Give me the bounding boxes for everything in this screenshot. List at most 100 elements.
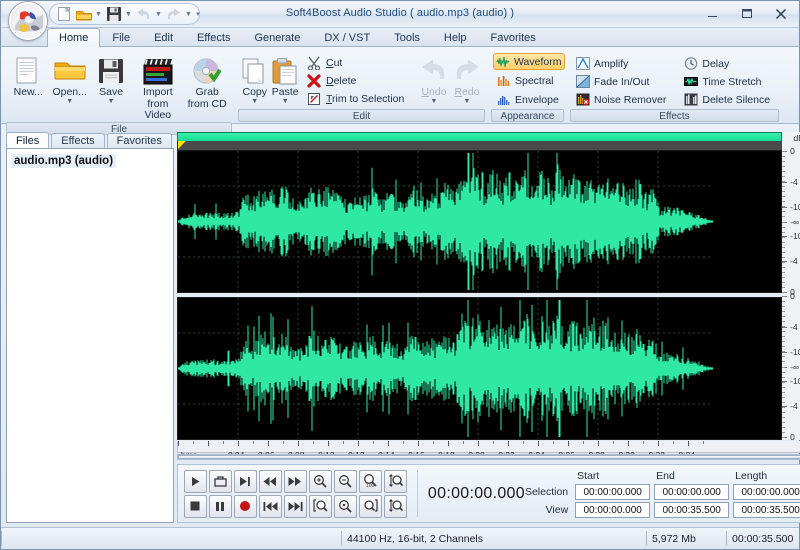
zoom-vertical-out-button[interactable] [384, 495, 407, 518]
left-tab-favorites[interactable]: Favorites [107, 133, 172, 149]
playhead-ruler[interactable] [177, 141, 782, 150]
time-tick [538, 441, 539, 446]
ribbon-group-appearance-label: Appearance [491, 109, 564, 122]
view-length-field[interactable]: 00:00:35.500 [733, 502, 800, 518]
waveform-button[interactable]: Waveform [493, 53, 565, 70]
zoom-vertical-in-button[interactable] [384, 470, 407, 493]
record-button[interactable] [234, 495, 257, 518]
open-caret-icon[interactable]: ▼ [66, 98, 73, 105]
paste-caret-icon[interactable]: ▼ [282, 98, 289, 105]
window-controls [700, 4, 793, 23]
db-tick-label: 0 [790, 291, 795, 301]
db-minor-tick [782, 191, 785, 192]
save-caret-icon[interactable]: ▼ [108, 98, 115, 105]
tab-edit[interactable]: Edit [142, 28, 185, 46]
delete-silence-button[interactable]: Delete Silence [680, 91, 776, 108]
fade-icon [575, 74, 590, 89]
waveform-channels [177, 132, 782, 440]
db-minor-tick [782, 156, 785, 157]
paste-button[interactable]: Paste ▼ [270, 52, 299, 108]
amplify-button[interactable]: Amplify [572, 55, 672, 72]
tab-help[interactable]: Help [432, 28, 479, 46]
delay-button[interactable]: Delay [680, 55, 776, 72]
scrollbar-thumb[interactable] [178, 455, 800, 460]
db-tick-line [782, 207, 787, 208]
channel-left-waveform[interactable] [177, 150, 782, 293]
trim-icon [307, 91, 322, 106]
grab-from-cd-button[interactable]: Grab from CD [184, 52, 230, 111]
fast-forward-button[interactable] [284, 470, 307, 493]
selection-start-field[interactable]: 00:00:00.000 [575, 484, 650, 500]
tab-file[interactable]: File [100, 28, 142, 46]
trim-to-selection-button[interactable]: Trim to Selection [304, 90, 410, 107]
selection-length-field[interactable]: 00:00:00.000 [733, 484, 800, 500]
db-minor-tick [782, 272, 785, 273]
db-minor-tick [782, 166, 785, 167]
zoom-selection-end-button[interactable] [359, 495, 382, 518]
envelope-button[interactable]: Envelope [493, 91, 565, 108]
loop-button[interactable] [209, 470, 232, 493]
import-from-video-button[interactable]: Import from Video [132, 52, 183, 122]
zoom-selection-start-button[interactable] [309, 495, 332, 518]
tab-dx-vst[interactable]: DX / VST [312, 28, 382, 46]
horizontal-scrollbar[interactable] [177, 454, 800, 461]
cut-button[interactable]: Cut [304, 54, 410, 71]
floppy-disk-icon [98, 56, 124, 86]
left-tab-files[interactable]: Files [6, 132, 49, 149]
time-tick [373, 441, 374, 444]
db-minor-tick [782, 407, 785, 408]
save-button-label: Save [99, 87, 123, 98]
channel-right-waveform[interactable] [177, 297, 782, 440]
play-button[interactable] [184, 470, 207, 493]
view-end-field[interactable]: 00:00:35.500 [654, 502, 729, 518]
db-minor-tick [782, 341, 785, 342]
pause-button[interactable] [209, 495, 232, 518]
tab-favorites[interactable]: Favorites [479, 28, 548, 46]
skip-start-button[interactable] [259, 495, 282, 518]
db-minor-tick [782, 392, 785, 393]
tab-effects[interactable]: Effects [185, 28, 242, 46]
tab-generate[interactable]: Generate [242, 28, 312, 46]
delay-icon [683, 56, 698, 71]
close-button[interactable] [768, 4, 793, 23]
time-tick [448, 441, 449, 446]
file-list[interactable]: audio.mp3 (audio) [6, 148, 174, 523]
fade-in-out-button[interactable]: Fade In/Out [572, 73, 672, 90]
selection-overview-bar[interactable] [177, 132, 782, 141]
copy-caret-icon[interactable]: ▼ [251, 98, 258, 105]
new-button[interactable]: New... [8, 52, 48, 108]
tab-tools[interactable]: Tools [382, 28, 432, 46]
time-stretch-button[interactable]: Time Stretch [680, 73, 776, 90]
skip-end-button[interactable] [284, 495, 307, 518]
cut-button-label: Cut [326, 57, 342, 69]
zoom-100-button[interactable]: 100 [359, 470, 382, 493]
redo-button-label: Redo [454, 87, 479, 98]
play-to-end-button[interactable] [234, 470, 257, 493]
ribbon-group-effects: Amplify Delay Fade In/Out [567, 49, 782, 123]
import-from-video-line1: Import [143, 87, 173, 98]
left-tab-effects[interactable]: Effects [51, 133, 104, 149]
tab-home[interactable]: Home [47, 28, 100, 47]
zoom-in-button[interactable] [309, 470, 332, 493]
open-button[interactable]: Open... ▼ [49, 52, 89, 108]
rewind-button[interactable] [259, 470, 282, 493]
stop-button[interactable] [184, 495, 207, 518]
maximize-button[interactable] [734, 4, 759, 23]
db-minor-tick [782, 181, 785, 182]
time-ruler[interactable]: hms 0:040:060:080:100:120:140:160:180:20… [177, 441, 800, 453]
zoom-out-button[interactable] [334, 470, 357, 493]
delete-button[interactable]: Delete [304, 72, 410, 89]
db-minor-tick [782, 186, 785, 187]
view-start-field[interactable]: 00:00:00.000 [575, 502, 650, 518]
amplify-button-label: Amplify [594, 58, 628, 70]
copy-button[interactable]: Copy ▼ [240, 52, 269, 108]
selection-end-field[interactable]: 00:00:00.000 [654, 484, 729, 500]
save-button[interactable]: Save ▼ [91, 52, 131, 108]
db-minor-tick [782, 257, 785, 258]
zoom-fit-button[interactable] [334, 495, 357, 518]
list-item[interactable]: audio.mp3 (audio) [11, 154, 116, 168]
spectral-button[interactable]: Spectral [493, 72, 565, 89]
noise-remover-button[interactable]: Noise Remover [572, 91, 672, 108]
time-tick [478, 441, 479, 446]
minimize-button[interactable] [700, 4, 725, 23]
